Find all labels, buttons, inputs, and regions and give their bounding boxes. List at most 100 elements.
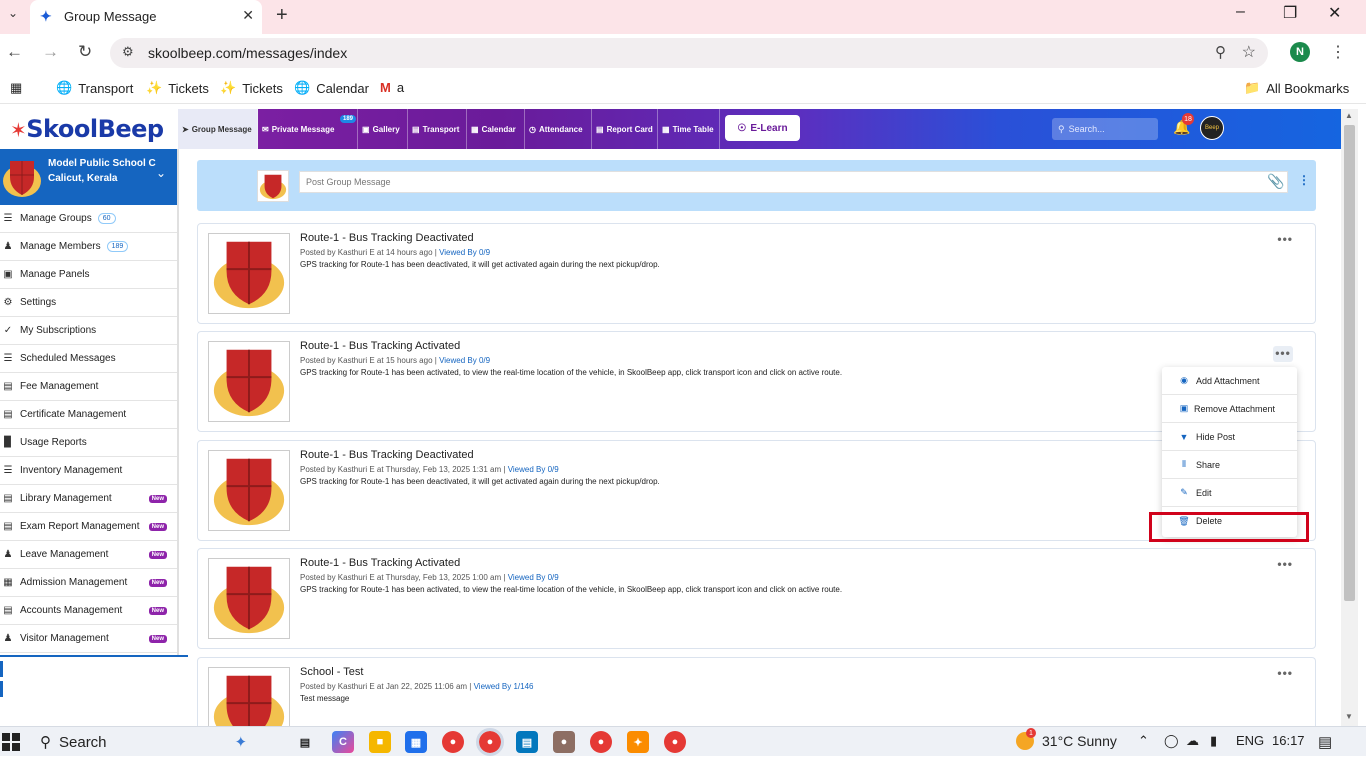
- file-icon: ▤: [3, 605, 13, 616]
- bookmark-transport[interactable]: 🌐 Transport: [56, 80, 133, 96]
- chrome-active-icon[interactable]: ●: [476, 728, 504, 756]
- taskbar-search[interactable]: ⚲ Search ✦: [34, 730, 276, 754]
- sidebar-item-manage-groups[interactable]: ☰ Manage Groups 60: [0, 205, 177, 233]
- viewed-by-link[interactable]: Viewed By 1/146: [474, 682, 534, 691]
- sidebar-item-settings[interactable]: ⚙ Settings: [0, 289, 177, 317]
- task-view-icon[interactable]: ▤: [294, 731, 316, 753]
- sidebar-item-exam-report-management[interactable]: ▤ Exam Report Management New: [0, 513, 177, 541]
- browser-tab[interactable]: ✦ Group Message ✕: [30, 0, 262, 34]
- nav-gallery[interactable]: ▣ Gallery: [358, 109, 408, 149]
- post-options-icon[interactable]: •••: [1277, 232, 1293, 246]
- minimize-icon[interactable]: –: [1236, 3, 1245, 21]
- post-options-icon[interactable]: •••: [1277, 557, 1293, 571]
- menu-share[interactable]: ⫴ Share: [1162, 451, 1297, 479]
- network-icon[interactable]: ☁: [1186, 733, 1199, 749]
- bookmark-star-icon[interactable]: ☆: [1242, 42, 1256, 62]
- scroll-down-icon[interactable]: ▼: [1345, 712, 1353, 721]
- scroll-up-icon[interactable]: ▲: [1345, 111, 1353, 120]
- sidebar-item-accounts-management[interactable]: ▤ Accounts Management New: [0, 597, 177, 625]
- weather-widget[interactable]: 1 31°C Sunny: [1016, 728, 1117, 750]
- browser-menu-icon[interactable]: ⋮: [1330, 42, 1346, 62]
- menu-edit[interactable]: ✎ Edit: [1162, 479, 1297, 507]
- notepad-icon[interactable]: ▤: [516, 731, 538, 753]
- sidebar-item-manage-members[interactable]: ♟ Manage Members 189: [0, 233, 177, 261]
- clock[interactable]: 16:17: [1272, 733, 1305, 748]
- bookmark-tickets-2[interactable]: ✨ Tickets: [220, 80, 283, 96]
- globe-icon: 🌐: [56, 80, 73, 95]
- windows-start-icon[interactable]: [2, 733, 20, 751]
- nav-time-table[interactable]: ▦ Time Table: [658, 109, 720, 149]
- sidebar-item-my-subscriptions[interactable]: ✓ My Subscriptions: [0, 317, 177, 345]
- nav-transport[interactable]: ▤ Transport: [408, 109, 467, 149]
- sidebar-item-leave-management[interactable]: ♟ Leave Management New: [0, 541, 177, 569]
- meet-icon[interactable]: ◯: [1164, 733, 1179, 749]
- tab-search-icon[interactable]: ⌄: [4, 4, 22, 22]
- language-indicator[interactable]: ENG: [1236, 733, 1264, 748]
- sidebar-item-library-management[interactable]: ▤ Library Management New: [0, 485, 177, 513]
- screen-bottom: [0, 756, 1366, 784]
- viewed-by-link[interactable]: Viewed By 0/9: [439, 248, 490, 257]
- chrome-icon[interactable]: ●: [664, 731, 686, 753]
- post-author: Posted by Kasthuri E at Thursday, Feb 13…: [300, 573, 506, 582]
- sidebar-item-manage-panels[interactable]: ▣ Manage Panels: [0, 261, 177, 289]
- page-scrollbar[interactable]: ▲ ▼: [1341, 109, 1358, 726]
- gmail-icon: M: [380, 80, 391, 95]
- more-options-icon[interactable]: ⋮: [1298, 173, 1310, 187]
- viewed-by-link[interactable]: Viewed By 0/9: [439, 356, 490, 365]
- chrome-icon[interactable]: ●: [590, 731, 612, 753]
- sidebar-item-usage-reports[interactable]: ▉ Usage Reports: [0, 429, 177, 457]
- menu-add-attachment[interactable]: ◉ Add Attachment: [1162, 367, 1297, 395]
- elearn-button[interactable]: ☉ E-Learn: [725, 115, 800, 141]
- post-message-input[interactable]: Post Group Message: [299, 171, 1288, 193]
- notification-center-icon[interactable]: ▤: [1318, 733, 1332, 751]
- sidebar-item-scheduled-messages[interactable]: ☰ Scheduled Messages: [0, 345, 177, 373]
- user-avatar[interactable]: Beep: [1200, 116, 1224, 140]
- bookmark-gmail[interactable]: Ma: [380, 80, 404, 95]
- restore-icon[interactable]: ❐: [1283, 3, 1297, 23]
- scroll-thumb[interactable]: [1344, 125, 1355, 601]
- tab-close-icon[interactable]: ✕: [242, 7, 254, 24]
- sidebar-item-fee-management[interactable]: ▤ Fee Management: [0, 373, 177, 401]
- site-info-icon[interactable]: ⚙: [122, 44, 134, 60]
- sidebar-item-certificate-management[interactable]: ▤ Certificate Management: [0, 401, 177, 429]
- snipping-tool-icon[interactable]: ✦: [627, 731, 649, 753]
- menu-remove-attachment[interactable]: ▣ Remove Attachment: [1162, 395, 1297, 423]
- post-options-icon[interactable]: •••: [1273, 346, 1293, 362]
- store-icon[interactable]: ▦: [405, 731, 427, 753]
- school-selector[interactable]: Model Public School C Calicut, Kerala ⌄: [0, 149, 177, 205]
- nav-report-card[interactable]: ▤ Report Card: [592, 109, 658, 149]
- viewed-by-link[interactable]: Viewed By 0/9: [508, 465, 559, 474]
- chrome-icon[interactable]: ●: [442, 731, 464, 753]
- nav-group-message[interactable]: ➤ Group Message: [178, 109, 258, 149]
- url-field[interactable]: ⚙ skoolbeep.com/messages/index ⚲ ☆: [110, 38, 1268, 68]
- viewed-by-link[interactable]: Viewed By 0/9: [508, 573, 559, 582]
- nav-private-message[interactable]: ✉ Private Message 189: [258, 109, 358, 149]
- zoom-icon[interactable]: ⚲: [1215, 43, 1226, 61]
- back-icon[interactable]: ←: [6, 42, 23, 62]
- paint-icon[interactable]: ●: [553, 731, 575, 753]
- reload-icon[interactable]: ↻: [78, 42, 92, 62]
- all-bookmarks[interactable]: 📁 All Bookmarks: [1244, 80, 1349, 96]
- forward-icon[interactable]: →: [42, 42, 59, 62]
- sidebar-item-admission-management[interactable]: ▦ Admission Management New: [0, 569, 177, 597]
- menu-hide-post[interactable]: ▼ Hide Post: [1162, 423, 1297, 451]
- window-close-icon[interactable]: ✕: [1328, 3, 1341, 23]
- chevron-up-icon[interactable]: ⌃: [1138, 733, 1149, 749]
- file-explorer-icon[interactable]: ■: [369, 731, 391, 753]
- sidebar-item-inventory-management[interactable]: ☰ Inventory Management: [0, 457, 177, 485]
- attachment-icon[interactable]: 📎: [1267, 173, 1284, 190]
- nav-attendance[interactable]: ◷ Attendance: [525, 109, 592, 149]
- profile-avatar[interactable]: N: [1290, 42, 1310, 62]
- apps-grid-icon[interactable]: ▦: [10, 80, 22, 96]
- copilot-icon[interactable]: C: [332, 731, 354, 753]
- sidebar-item-visitor-management[interactable]: ♟ Visitor Management New: [0, 625, 177, 653]
- nav-calendar[interactable]: ▦ Calendar: [467, 109, 525, 149]
- post-options-icon[interactable]: •••: [1277, 666, 1293, 680]
- app-search-input[interactable]: ⚲ Search...: [1052, 118, 1158, 140]
- battery-icon[interactable]: ▮: [1210, 733, 1217, 749]
- skoolbeep-logo[interactable]: ✶SkoolBeep: [10, 115, 164, 143]
- new-tab-icon[interactable]: +: [276, 4, 288, 27]
- bookmark-calendar[interactable]: 🌐 Calendar: [294, 80, 369, 96]
- bookmark-tickets[interactable]: ✨ Tickets: [146, 80, 209, 96]
- chevron-down-icon[interactable]: ⌄: [156, 166, 166, 180]
